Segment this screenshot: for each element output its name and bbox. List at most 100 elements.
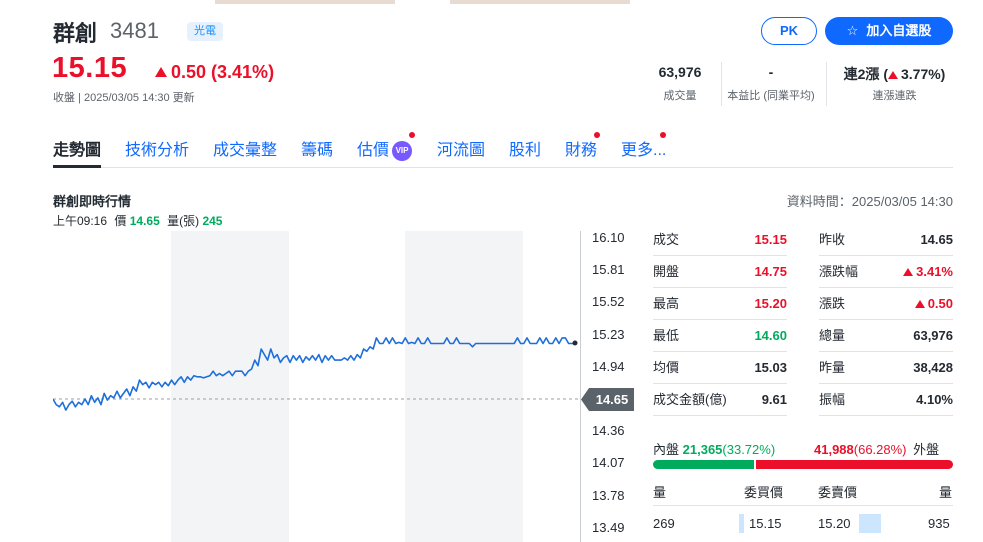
inner-volume: 內盤 21,365(33.72%) <box>653 442 776 457</box>
y-tick-label: 16.10 <box>592 230 625 245</box>
current-price: 15.15 <box>52 52 128 84</box>
ob-header-bid: 委買價 <box>744 485 784 500</box>
quote-label: 昨收 <box>819 232 846 247</box>
quote-value: 15.20 <box>754 296 787 311</box>
ad-image-strip <box>215 0 395 4</box>
add-watchlist-button[interactable]: ☆ 加入自選股 <box>825 17 953 45</box>
quote-value: 4.10% <box>916 392 953 407</box>
up-arrow-icon <box>903 268 914 276</box>
quote-value: 38,428 <box>913 360 953 375</box>
ask-volume-bar <box>859 514 881 533</box>
vip-badge: VIP <box>392 141 413 161</box>
y-tick-label: 14.36 <box>592 423 625 439</box>
y-tick-label: 14.07 <box>592 455 625 471</box>
reference-price-label: 14.65 <box>596 392 629 407</box>
quote-label: 開盤 <box>653 264 680 279</box>
legend-volume: 245 <box>202 214 223 228</box>
price-change: 0.50 (3.41%) <box>155 62 274 83</box>
ob-ask-volume: 935 <box>928 516 950 531</box>
ob-bid-price: 15.15 <box>749 516 782 531</box>
notification-dot <box>409 132 415 138</box>
tab-technical[interactable]: 技術分析 <box>125 136 189 168</box>
stat-volume: 63,976 成交量 <box>658 64 702 102</box>
quote-value: 14.75 <box>754 264 787 279</box>
quote-row: 最高 15.20 漲跌 0.50 <box>653 288 953 320</box>
quote-row: 均價 15.03 昨量 38,428 <box>653 352 953 384</box>
chart-band <box>405 231 523 542</box>
quote-value: 9.61 <box>761 392 787 407</box>
chart-band <box>171 231 289 542</box>
y-tick-label: 13.78 <box>592 487 625 503</box>
y-tick-label: 15.52 <box>592 294 625 310</box>
stock-name: 群創 <box>53 21 98 46</box>
quote-row: 成交 15.15 昨收 14.65 <box>653 224 953 256</box>
y-tick-label: 13.49 <box>592 519 625 535</box>
pk-button[interactable]: PK <box>761 17 817 45</box>
quote-label: 漲跌 <box>819 296 846 311</box>
divider <box>826 62 827 106</box>
quote-label: 最高 <box>653 296 680 311</box>
y-tick-label: 14.94 <box>592 358 625 374</box>
divider <box>653 505 953 506</box>
quote-value: 15.03 <box>754 360 787 375</box>
tab-trade-summary[interactable]: 成交彙整 <box>213 136 277 168</box>
quote-value: 3.41% <box>903 256 953 288</box>
ob-header-ask-vol: 量 <box>939 485 953 500</box>
quote-label: 成交金額(億) <box>653 392 727 407</box>
quote-label: 均價 <box>653 360 680 375</box>
legend-price: 14.65 <box>129 214 160 228</box>
y-tick-label: 15.81 <box>592 262 625 278</box>
quote-value: 14.60 <box>754 328 787 343</box>
divider <box>819 415 953 416</box>
notification-dot <box>594 132 600 138</box>
quote-row: 最低 14.60 總量 63,976 <box>653 320 953 352</box>
tab-river-chart[interactable]: 河流圖 <box>437 136 485 168</box>
industry-tag[interactable]: 光電 <box>187 22 223 41</box>
outer-ratio-bar <box>756 460 953 469</box>
reference-price-tag: 14.65 <box>581 387 634 411</box>
end-point <box>572 340 578 346</box>
tab-chips[interactable]: 籌碼 <box>301 136 333 168</box>
tab-more[interactable]: 更多... <box>621 136 666 168</box>
tab-valuation[interactable]: 估價 VIP <box>357 136 413 168</box>
divider <box>653 415 787 416</box>
tab-dividend[interactable]: 股利 <box>509 136 541 168</box>
y-tick-label: 15.23 <box>592 326 625 342</box>
up-arrow-icon <box>887 71 898 79</box>
close-note: 收盤 | 2025/03/05 14:30 更新 <box>53 92 195 104</box>
quote-value: 14.65 <box>920 232 953 247</box>
quote-label: 振幅 <box>819 392 846 407</box>
quote-row: 成交金額(億) 9.61 振幅 4.10% <box>653 384 953 416</box>
section-title: 群創即時行情 <box>53 194 132 209</box>
ad-image-strip <box>450 0 630 4</box>
quote-label: 昨量 <box>819 360 846 375</box>
up-arrow-icon <box>914 300 925 308</box>
ob-ask-price: 15.20 <box>818 516 851 531</box>
ob-bid-volume: 269 <box>653 516 675 531</box>
quote-label: 最低 <box>653 328 680 343</box>
intraday-chart[interactable] <box>53 231 581 542</box>
data-time: 資料時間：2025/03/05 14:30 <box>786 194 953 209</box>
quote-value: 15.15 <box>754 232 787 247</box>
quote-label: 漲跌幅 <box>819 264 859 279</box>
quote-value: 63,976 <box>913 328 953 343</box>
ob-header-ask: 委賣價 <box>818 485 858 500</box>
stat-pe: - 本益比 (同業平均) <box>727 64 815 102</box>
up-arrow-icon <box>155 67 167 77</box>
chart-legend: 上午09:16 價 14.65 量(張) 245 <box>53 214 223 228</box>
stat-streak: 連2漲 (3.77%) 連漲連跌 <box>843 66 946 102</box>
stock-code: 3481 <box>110 18 159 43</box>
tab-bar: 走勢圖 技術分析 成交彙整 籌碼 估價 VIP 河流圖 股利 財務 更多... <box>53 132 953 168</box>
tab-financials[interactable]: 財務 <box>565 136 597 168</box>
end-point-dot <box>572 340 578 346</box>
quote-label: 總量 <box>819 328 846 343</box>
star-icon: ☆ <box>846 23 859 38</box>
quote-label: 成交 <box>653 232 680 247</box>
bid-volume-bar <box>739 514 744 533</box>
outer-volume: 41,988(66.28%) 外盤 <box>814 442 940 457</box>
quote-value: 0.50 <box>914 288 953 320</box>
quote-row: 開盤 14.75 漲跌幅 3.41% <box>653 256 953 288</box>
ob-header-bid-vol: 量 <box>653 485 667 500</box>
tab-trend[interactable]: 走勢圖 <box>53 136 102 168</box>
inner-ratio-bar <box>653 460 754 469</box>
